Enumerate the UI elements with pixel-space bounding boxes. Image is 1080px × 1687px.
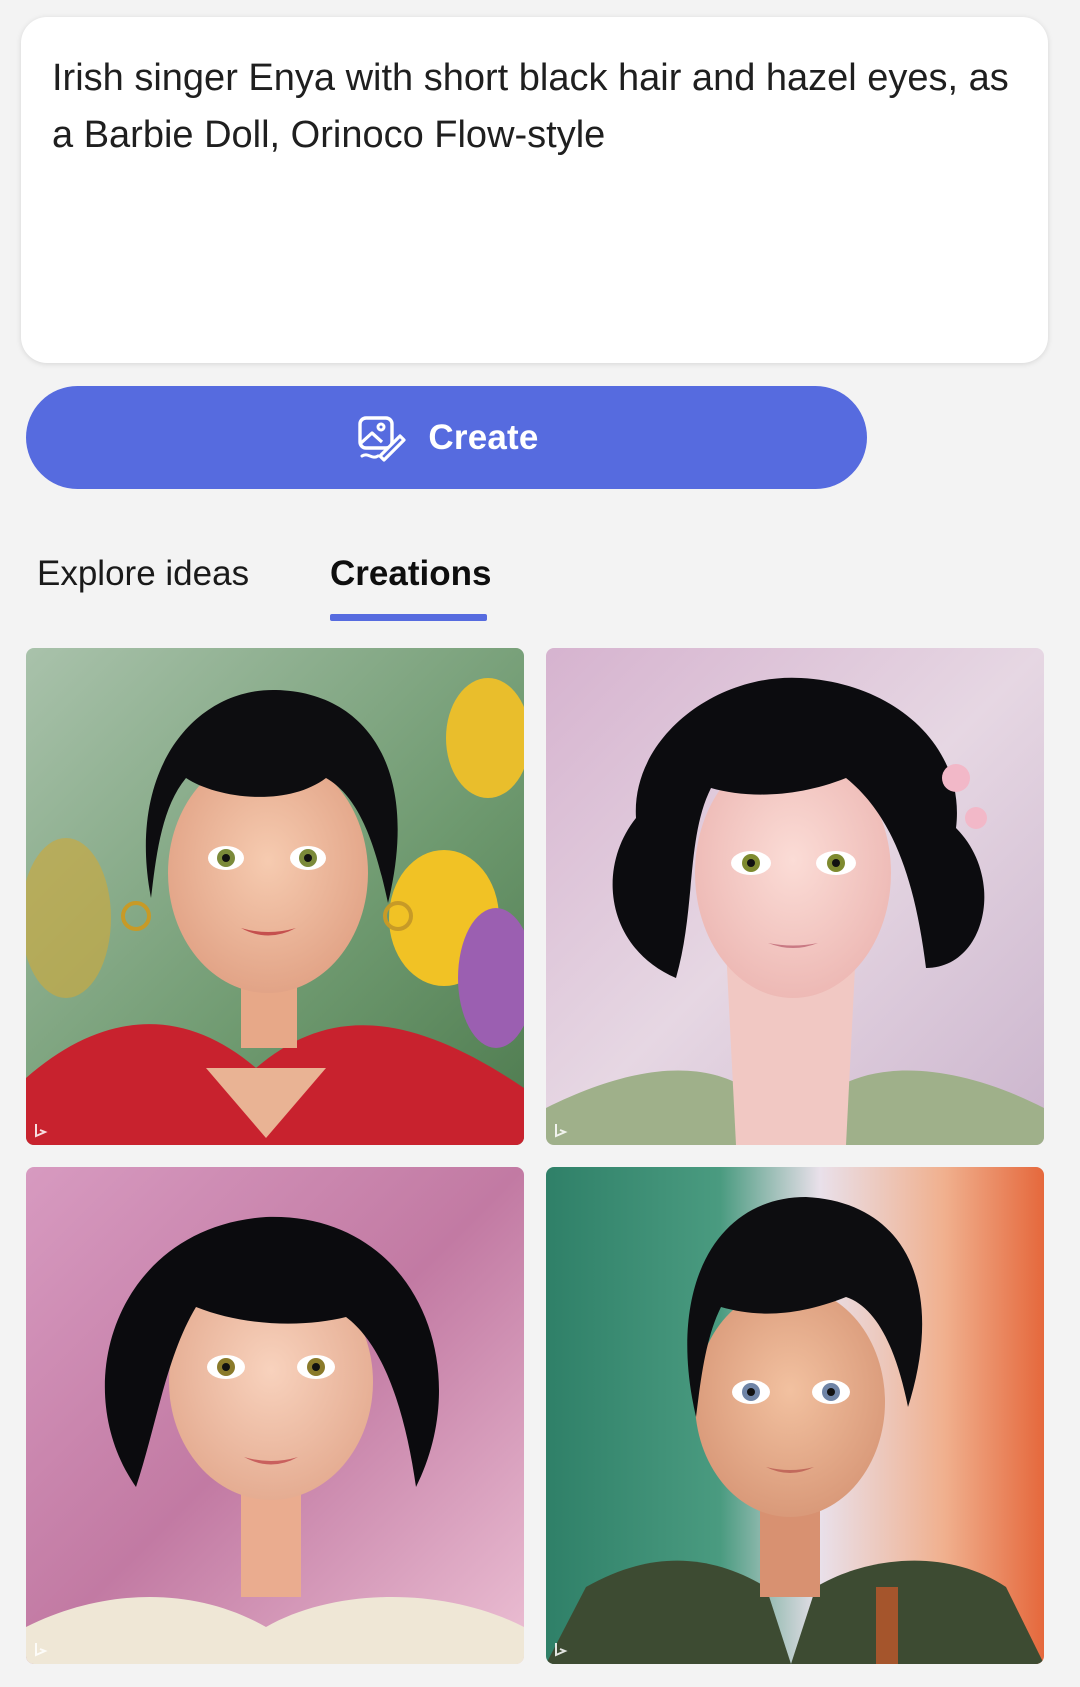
create-button[interactable]: Create bbox=[26, 386, 867, 489]
create-button-label: Create bbox=[428, 417, 539, 457]
prompt-input[interactable]: Irish singer Enya with short black hair … bbox=[52, 50, 1017, 330]
creation-image-1[interactable] bbox=[26, 648, 524, 1145]
creation-image-4[interactable] bbox=[546, 1167, 1044, 1664]
tab-creations[interactable]: Creations bbox=[330, 548, 491, 600]
prompt-card: Irish singer Enya with short black hair … bbox=[21, 17, 1048, 363]
bing-logo-icon bbox=[34, 1642, 48, 1658]
image-create-icon bbox=[354, 412, 407, 464]
creation-image-3[interactable] bbox=[26, 1167, 524, 1664]
bing-logo-icon bbox=[554, 1123, 568, 1139]
tab-bar: Explore ideas Creations bbox=[0, 548, 1080, 624]
tab-explore-ideas[interactable]: Explore ideas bbox=[37, 548, 249, 600]
bing-logo-icon bbox=[554, 1642, 568, 1658]
active-tab-indicator bbox=[330, 614, 487, 621]
bing-logo-icon bbox=[34, 1123, 48, 1139]
creation-image-2[interactable] bbox=[546, 648, 1044, 1145]
